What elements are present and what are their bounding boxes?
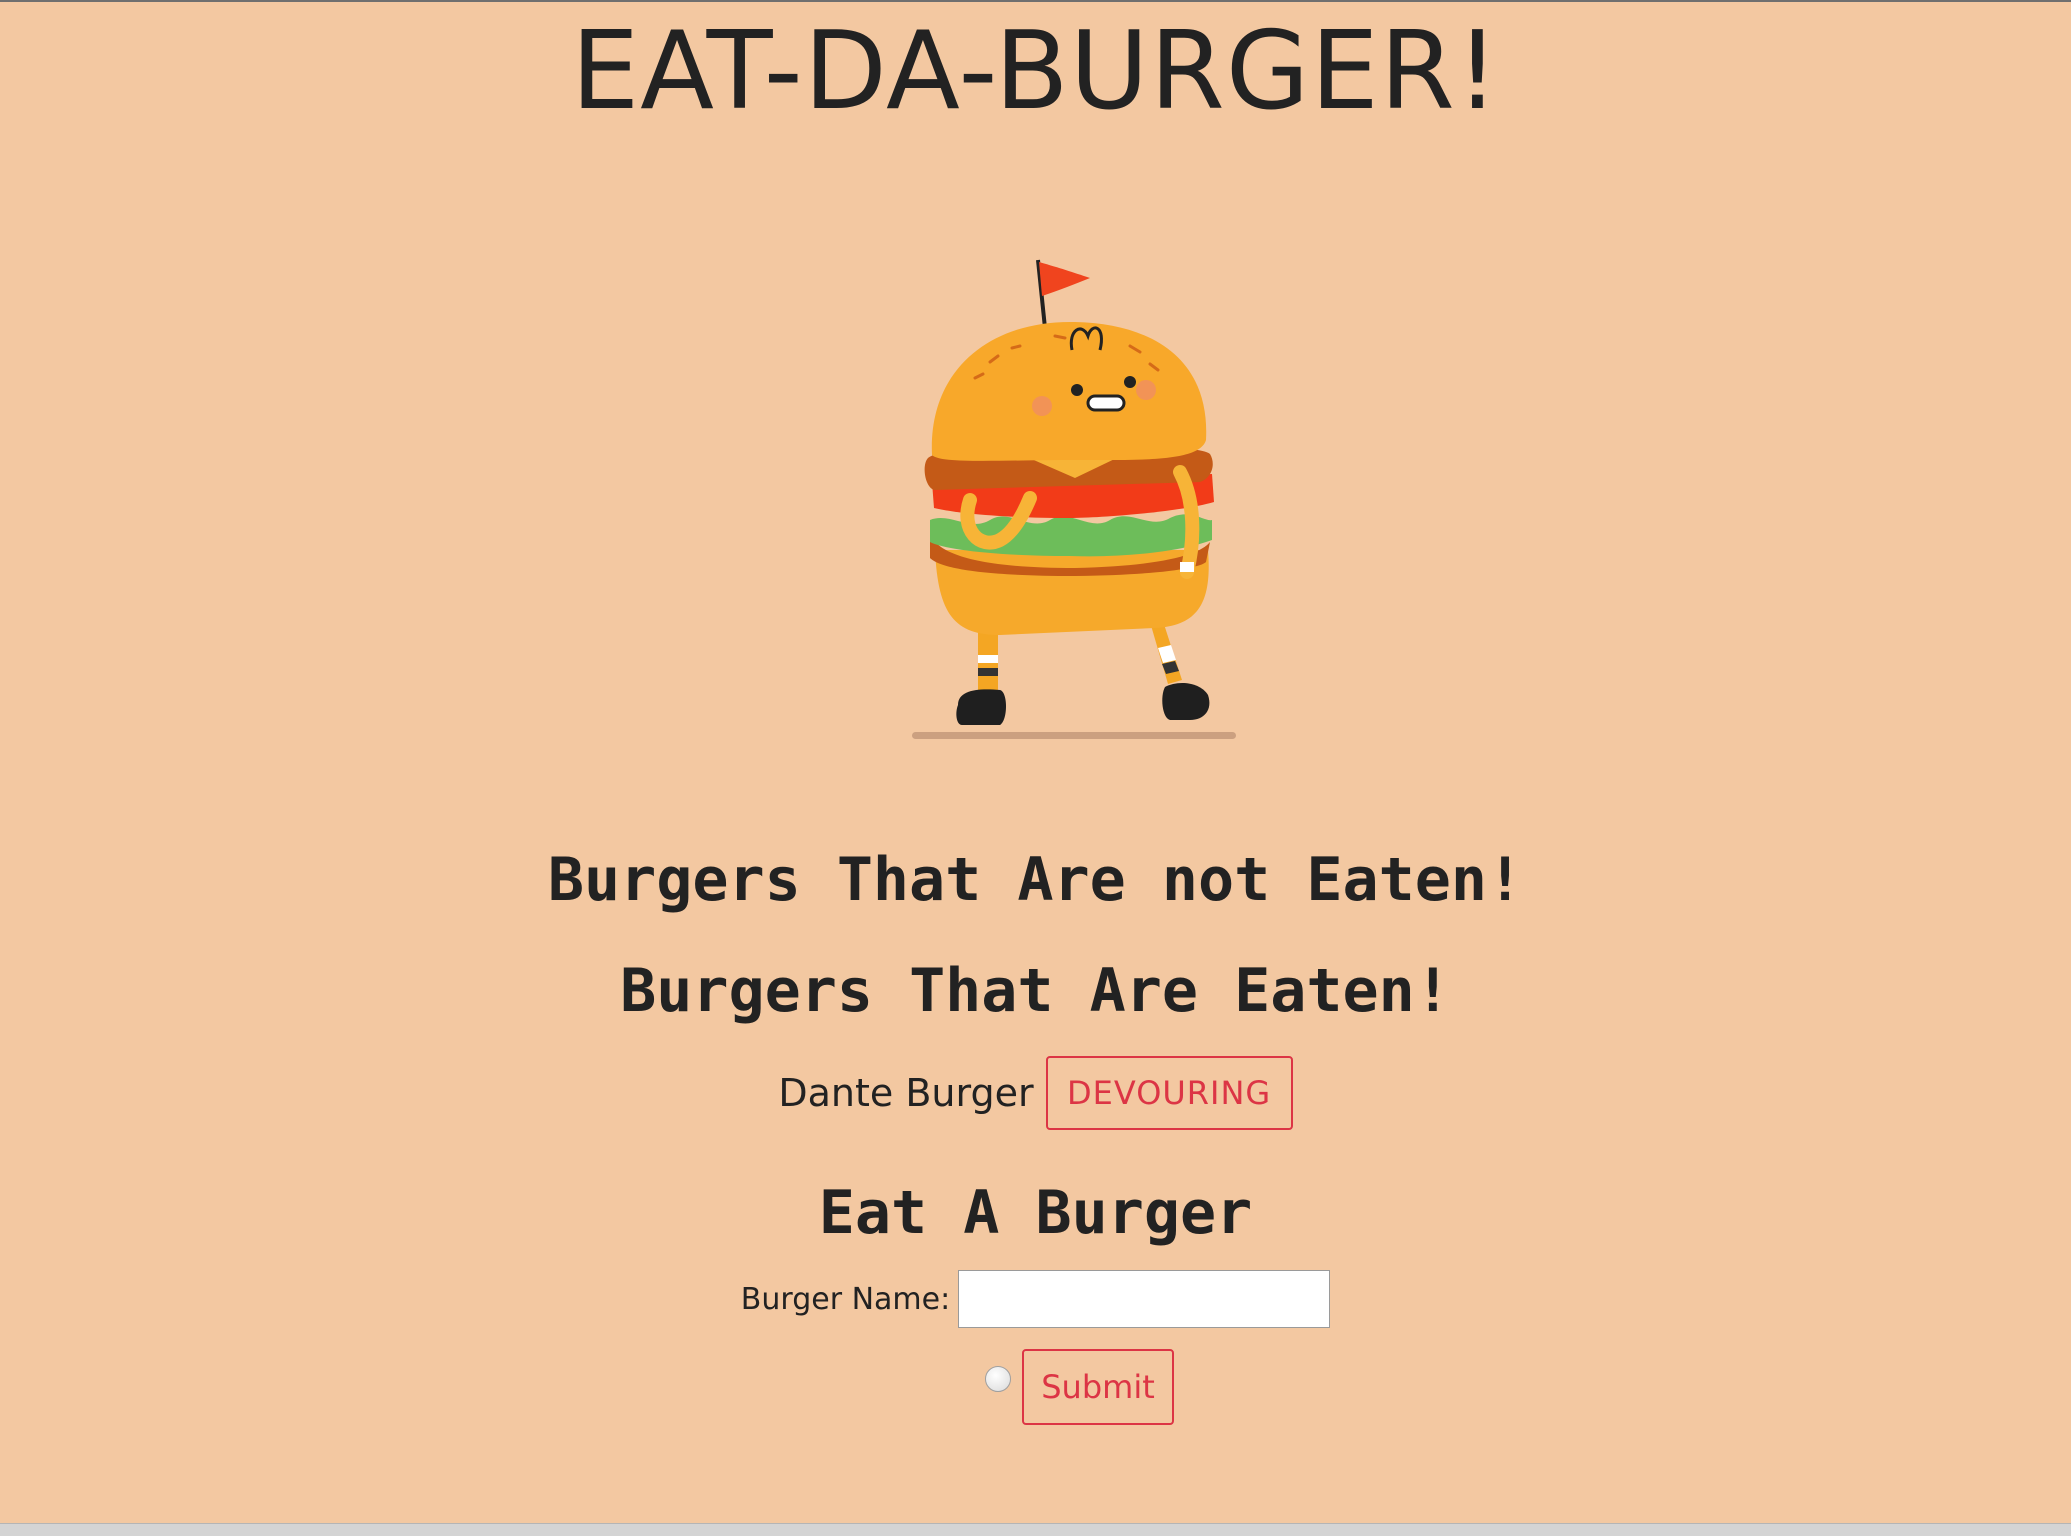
not-eaten-heading: Burgers That Are not Eaten! [547,845,1524,915]
submit-row: Submit [985,1349,1174,1425]
burger-mascot-icon [912,259,1236,739]
eat-burger-heading: Eat A Burger [818,1178,1253,1248]
burger-name: Dante Burger [778,1071,1034,1115]
window-top-border [0,0,2071,2]
burger-name-input[interactable] [958,1270,1331,1328]
window-bottom-bar [0,1523,2071,1536]
devour-button[interactable]: DEVOURING [1045,1056,1293,1130]
page-title: EAT-DA-BURGER! [570,9,1501,134]
burger-list-item: Dante Burger DEVOURING [0,1055,2071,1131]
burger-form-row: Burger Name: [0,1268,2071,1330]
submit-button[interactable]: Submit [1022,1349,1174,1425]
burger-name-label: Burger Name: [740,1281,951,1317]
burger-mascot-image [900,250,1250,750]
radio-icon[interactable] [985,1366,1011,1392]
eaten-heading: Burgers That Are Eaten! [620,956,1451,1026]
